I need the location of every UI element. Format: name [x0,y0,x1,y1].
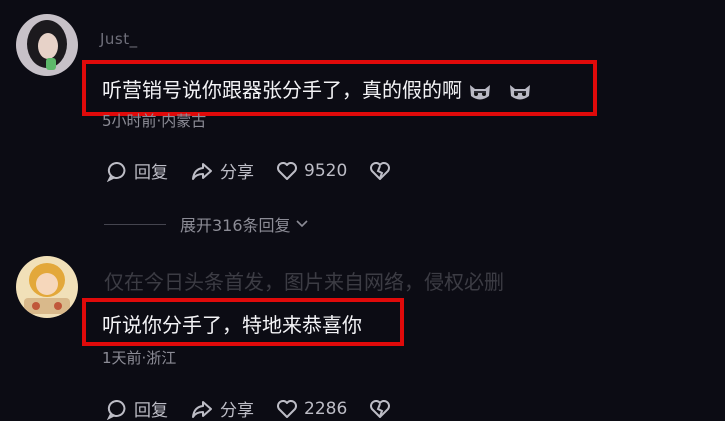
username[interactable]: Just_ [100,30,138,48]
heart-icon [277,161,297,180]
reply-button[interactable]: 回复 [106,158,168,183]
expand-replies-button[interactable]: 展开316条回复 [104,212,309,236]
comment-meta: 5小时前·内蒙古 [102,112,207,130]
reply-icon [106,399,126,420]
like-button[interactable]: 9520 [276,161,347,181]
chevron-down-icon [295,220,308,228]
comment-text: 听营销号说你跟器张分手了，真的假的啊 [102,74,532,103]
comment-meta: 1天前·浙江 [102,349,177,367]
reply-label: 回复 [134,401,168,421]
share-icon [192,162,212,180]
broken-heart-icon [370,161,391,180]
dislike-button[interactable] [369,399,397,419]
comment-body: 听营销号说你跟器张分手了，真的假的啊 [102,78,462,102]
share-button[interactable]: 分享 [190,158,254,183]
broken-heart-icon [370,399,391,418]
share-icon [192,400,212,418]
like-count: 9520 [304,160,348,181]
divider [104,223,166,225]
share-label: 分享 [220,163,254,183]
avatar[interactable] [16,256,78,318]
like-count: 2286 [304,398,348,419]
watermark-text: 仅在今日头条首发，图片来自网络，侵权必删 [104,270,504,294]
comment-actions: 回复 分享 2286 [106,396,419,421]
comment-actions: 回复 分享 9520 [106,158,419,183]
dislike-button[interactable] [369,161,397,181]
comment-body: 听说你分手了，特地来恭喜你 [102,313,362,337]
reply-icon [106,161,126,182]
expand-replies-label: 展开316条回复 [180,216,291,235]
reply-button[interactable]: 回复 [106,396,168,421]
like-button[interactable]: 2286 [276,399,347,419]
cat-face-icon [508,81,532,103]
share-label: 分享 [220,401,254,421]
avatar[interactable] [16,14,78,76]
cat-face-icon [468,81,492,103]
share-button[interactable]: 分享 [190,396,254,421]
heart-icon [277,399,297,418]
reply-label: 回复 [134,163,168,183]
